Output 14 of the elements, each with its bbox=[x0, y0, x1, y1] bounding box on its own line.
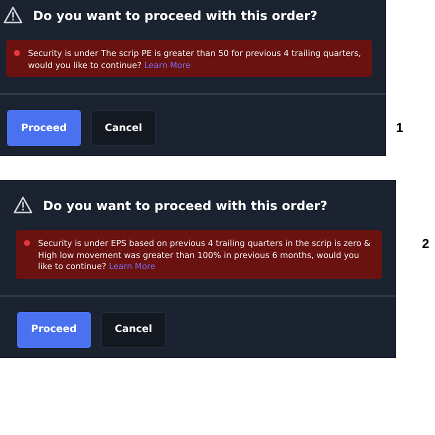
learn-more-link[interactable]: Learn More bbox=[144, 60, 191, 70]
figure-number: 2 bbox=[422, 236, 430, 251]
warning-icon bbox=[3, 6, 23, 24]
dialog-title: Do you want to proceed with this order? bbox=[33, 8, 318, 22]
cancel-button[interactable]: Cancel bbox=[100, 312, 166, 348]
proceed-button[interactable]: Proceed bbox=[17, 312, 91, 348]
alert-message: Security is under EPS based on previous 4 trailing quarters in the scrip is zero & High low movement was greater than 100% in previous 6 months, would you like to continue? Learn More bbox=[38, 238, 372, 272]
cancel-button[interactable]: Cancel bbox=[90, 110, 156, 146]
learn-more-link[interactable]: Learn More bbox=[108, 261, 156, 271]
figure-number: 1 bbox=[396, 120, 404, 135]
warning-icon bbox=[13, 196, 33, 214]
proceed-button[interactable]: Proceed bbox=[7, 110, 81, 146]
dialog-title: Do you want to proceed with this order? bbox=[43, 198, 328, 212]
alert-message: Security is under The scrip PE is greater than 50 for previous 4 trailing quarters, would you like to continue? Learn More bbox=[28, 48, 362, 71]
